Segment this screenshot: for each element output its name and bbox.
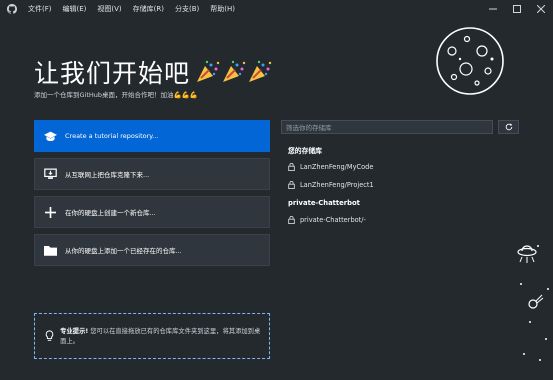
menu-repository[interactable]: 存储库(R) (133, 4, 164, 14)
clone-repository-button[interactable]: 从互联网上把仓库克隆下来... (34, 158, 270, 190)
menu-bar: 文件(F) 编辑(E) 视图(V) 存储库(R) 分支(B) 帮助(H) (28, 4, 246, 14)
welcome-subtitle: 添加一个仓库到GitHub桌面，开始合作吧！加油💪💪💪 (34, 91, 198, 99)
welcome-title: 让我们开始吧 (34, 59, 191, 88)
repo-group-title: private-Chatterbot (288, 199, 360, 207)
menu-edit[interactable]: 编辑(E) (63, 4, 87, 14)
title-bar: 文件(F) 编辑(E) 视图(V) 存储库(R) 分支(B) 帮助(H) (0, 0, 553, 17)
refresh-button[interactable] (498, 120, 519, 134)
party-popper-icon (249, 60, 272, 82)
menu-view[interactable]: 视图(V) (97, 4, 121, 14)
create-tutorial-button[interactable]: Create a tutorial repository... (34, 120, 270, 152)
pro-tip-dropzone[interactable]: 专业提示! 您可以在直接拖放已有的仓库库文件夹到这里，将其添加到桌面上。 (34, 313, 270, 359)
party-popper-icons (195, 60, 273, 84)
create-repository-label: 在你的硬盘上创建一个新仓库... (65, 209, 156, 217)
create-repository-button[interactable]: 在你的硬盘上创建一个新仓库... (34, 196, 270, 228)
lock-icon (288, 216, 295, 224)
lock-icon (288, 181, 295, 189)
repository-filter-input[interactable]: 筛选你的存储库 (281, 120, 493, 134)
minimize-icon (489, 8, 497, 9)
add-existing-repository-label: 从你的硬盘上添加一个已经存在的仓库... (65, 247, 182, 255)
welcome-heading: 让我们开始吧 (34, 54, 273, 90)
folder-icon (43, 243, 57, 257)
minimize-button[interactable] (481, 0, 505, 17)
refresh-icon (505, 123, 512, 131)
window-controls (481, 0, 553, 17)
create-tutorial-label: Create a tutorial repository... (65, 132, 159, 140)
lightbulb-icon (45, 327, 54, 341)
repo-list-item[interactable]: LanZhenFeng/MyCode (288, 163, 373, 171)
menu-help[interactable]: 帮助(H) (210, 4, 235, 14)
plus-icon (43, 205, 57, 219)
moon-illustration-icon (436, 27, 504, 95)
close-button[interactable] (529, 0, 553, 17)
party-popper-icon (223, 60, 246, 82)
clone-repository-label: 从互联网上把仓库克隆下来... (65, 171, 150, 179)
party-popper-icon (197, 60, 220, 82)
menu-branch[interactable]: 分支(B) (175, 4, 199, 14)
repo-name: LanZhenFeng/MyCode (300, 163, 374, 171)
menu-file[interactable]: 文件(F) (28, 4, 52, 14)
repo-name: LanZhenFeng/Project1 (300, 181, 374, 189)
repo-list-item[interactable]: private-Chatterbot/- (288, 216, 366, 224)
add-existing-repository-button[interactable]: 从你的硬盘上添加一个已经存在的仓库... (34, 234, 270, 266)
desktop-download-icon (43, 167, 57, 181)
pro-tip-text: 专业提示! 您可以在直接拖放已有的仓库库文件夹到这里，将其添加到桌面上。 (60, 327, 261, 347)
pro-tip-bold: 专业提示! (60, 328, 89, 335)
repo-list-item[interactable]: LanZhenFeng/Project1 (288, 181, 374, 189)
lock-icon (288, 163, 295, 171)
close-icon (537, 4, 545, 13)
maximize-icon (513, 4, 521, 13)
maximize-button[interactable] (505, 0, 529, 17)
github-logo-icon (6, 3, 17, 14)
repo-name: private-Chatterbot/- (300, 216, 366, 224)
star-dots-icon (520, 245, 549, 361)
pro-tip-body: 您可以在直接拖放已有的仓库库文件夹到这里，将其添加到桌面上。 (60, 328, 261, 345)
repo-group-title: 您的存储库 (288, 147, 322, 155)
graduation-cap-icon (43, 129, 57, 143)
